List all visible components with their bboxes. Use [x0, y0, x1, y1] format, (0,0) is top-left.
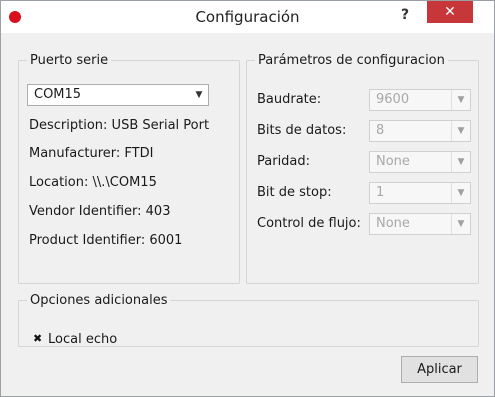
flow-control-label: Control de flujo: [257, 216, 361, 231]
local-echo-checkbox[interactable]: ✖ [33, 332, 43, 345]
port-location: Location: \\.\COM15 [29, 175, 157, 190]
local-echo-label[interactable]: Local echo [48, 332, 117, 347]
chevron-down-icon: ▼ [451, 90, 470, 110]
port-manufacturer: Manufacturer: FTDI [29, 146, 154, 161]
baudrate-select[interactable]: 9600 ▼ [369, 89, 471, 111]
help-button[interactable]: ? [393, 5, 417, 25]
close-icon: ✕ [444, 4, 456, 20]
title-bar[interactable]: Configuración ? ✕ [1, 1, 494, 33]
parity-label: Paridad: [257, 154, 311, 169]
parity-value: None [376, 154, 410, 169]
data-bits-label: Bits de datos: [257, 123, 347, 138]
window-title: Configuración [195, 8, 300, 26]
checkmark-icon: ✖ [33, 332, 43, 345]
data-bits-select[interactable]: 8 ▼ [369, 120, 471, 142]
port-product-id: Product Identifier: 6001 [29, 233, 183, 248]
parity-select[interactable]: None ▼ [369, 151, 471, 173]
flow-control-value: None [376, 216, 410, 231]
additional-options-legend: Opciones adicionales [30, 293, 168, 308]
config-dialog: Configuración ? ✕ Puerto serie COM15 ▼ D… [0, 0, 495, 397]
port-vendor-id: Vendor Identifier: 403 [29, 204, 171, 219]
data-bits-value: 8 [376, 123, 385, 138]
apply-button[interactable]: Aplicar [401, 356, 478, 383]
baudrate-label: Baudrate: [257, 92, 322, 107]
chevron-down-icon: ▼ [451, 152, 470, 172]
port-select-value: COM15 [34, 87, 82, 102]
close-button[interactable]: ✕ [427, 1, 473, 23]
chevron-down-icon: ▼ [451, 121, 470, 141]
flow-control-select[interactable]: None ▼ [369, 213, 471, 235]
chevron-down-icon: ▼ [451, 183, 470, 203]
baudrate-value: 9600 [376, 92, 410, 107]
stop-bit-label: Bit de stop: [257, 185, 332, 200]
config-params-group: Parámetros de configuracion Baudrate: 96… [246, 53, 479, 284]
port-description: Description: USB Serial Port [29, 118, 210, 133]
chevron-down-icon: ▼ [451, 214, 470, 234]
dialog-content: Puerto serie COM15 ▼ Description: USB Se… [9, 33, 486, 389]
port-select[interactable]: COM15 ▼ [27, 84, 209, 106]
chevron-down-icon: ▼ [195, 90, 203, 100]
stop-bit-select[interactable]: 1 ▼ [369, 182, 471, 204]
additional-options-group: Opciones adicionales ✖ Local echo [18, 293, 479, 347]
serial-port-group: Puerto serie COM15 ▼ Description: USB Se… [18, 53, 240, 284]
config-params-legend: Parámetros de configuracion [258, 53, 445, 68]
serial-port-legend: Puerto serie [30, 53, 109, 68]
stop-bit-value: 1 [376, 185, 385, 200]
